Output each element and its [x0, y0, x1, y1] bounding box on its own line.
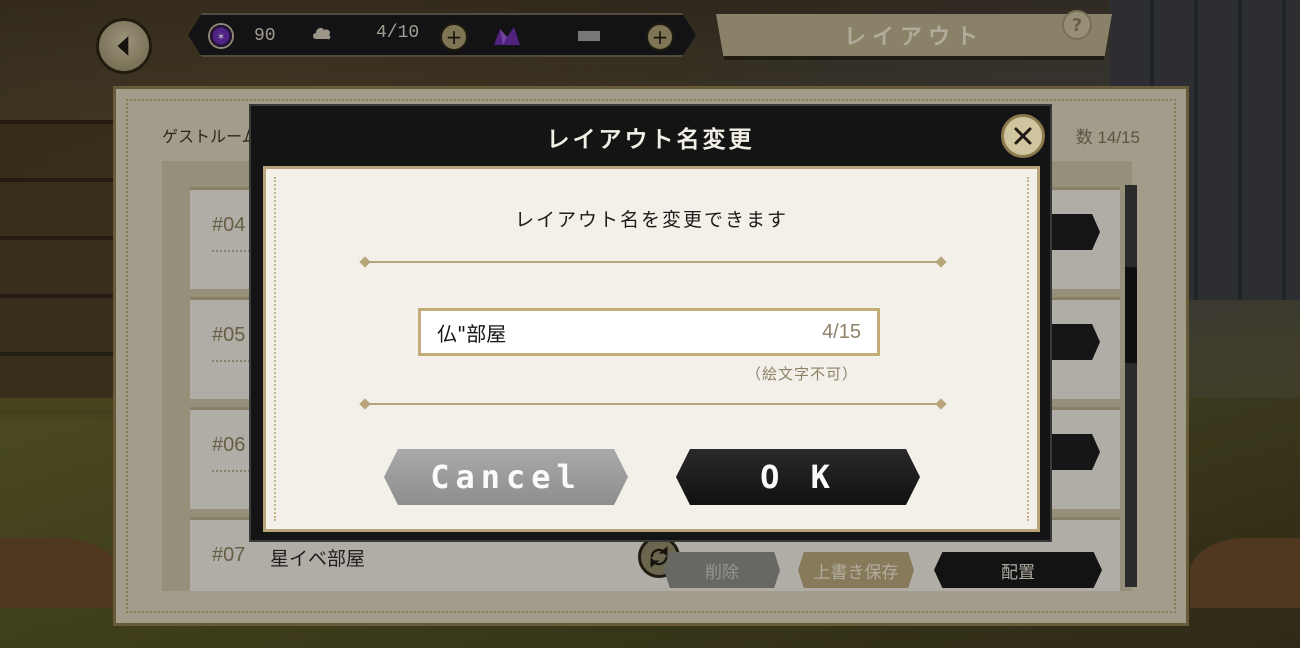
- dialog-subtitle: レイアウト名を変更できます: [514, 209, 788, 231]
- emoji-not-allowed-note: （絵文字不可）: [746, 365, 859, 383]
- rename-layout-dialog: レイアウト名変更 レイアウト名を変更できます 仏"部屋 4/15 （絵文字不可）…: [249, 104, 1052, 542]
- divider-top: [364, 261, 942, 263]
- layout-name-value[interactable]: 仏"部屋: [437, 318, 506, 347]
- close-button[interactable]: [1001, 114, 1045, 158]
- dialog-title: レイアウト名変更: [546, 127, 755, 153]
- divider-bottom: [364, 403, 942, 405]
- char-counter: 4/15: [822, 320, 861, 343]
- close-icon: [1014, 127, 1032, 145]
- dialog-body: レイアウト名を変更できます 仏"部屋 4/15 （絵文字不可） Cancel O…: [263, 166, 1040, 532]
- cancel-button[interactable]: Cancel: [384, 449, 628, 505]
- layout-name-input[interactable]: 仏"部屋 4/15: [418, 308, 880, 356]
- ok-button[interactable]: O K: [676, 449, 920, 505]
